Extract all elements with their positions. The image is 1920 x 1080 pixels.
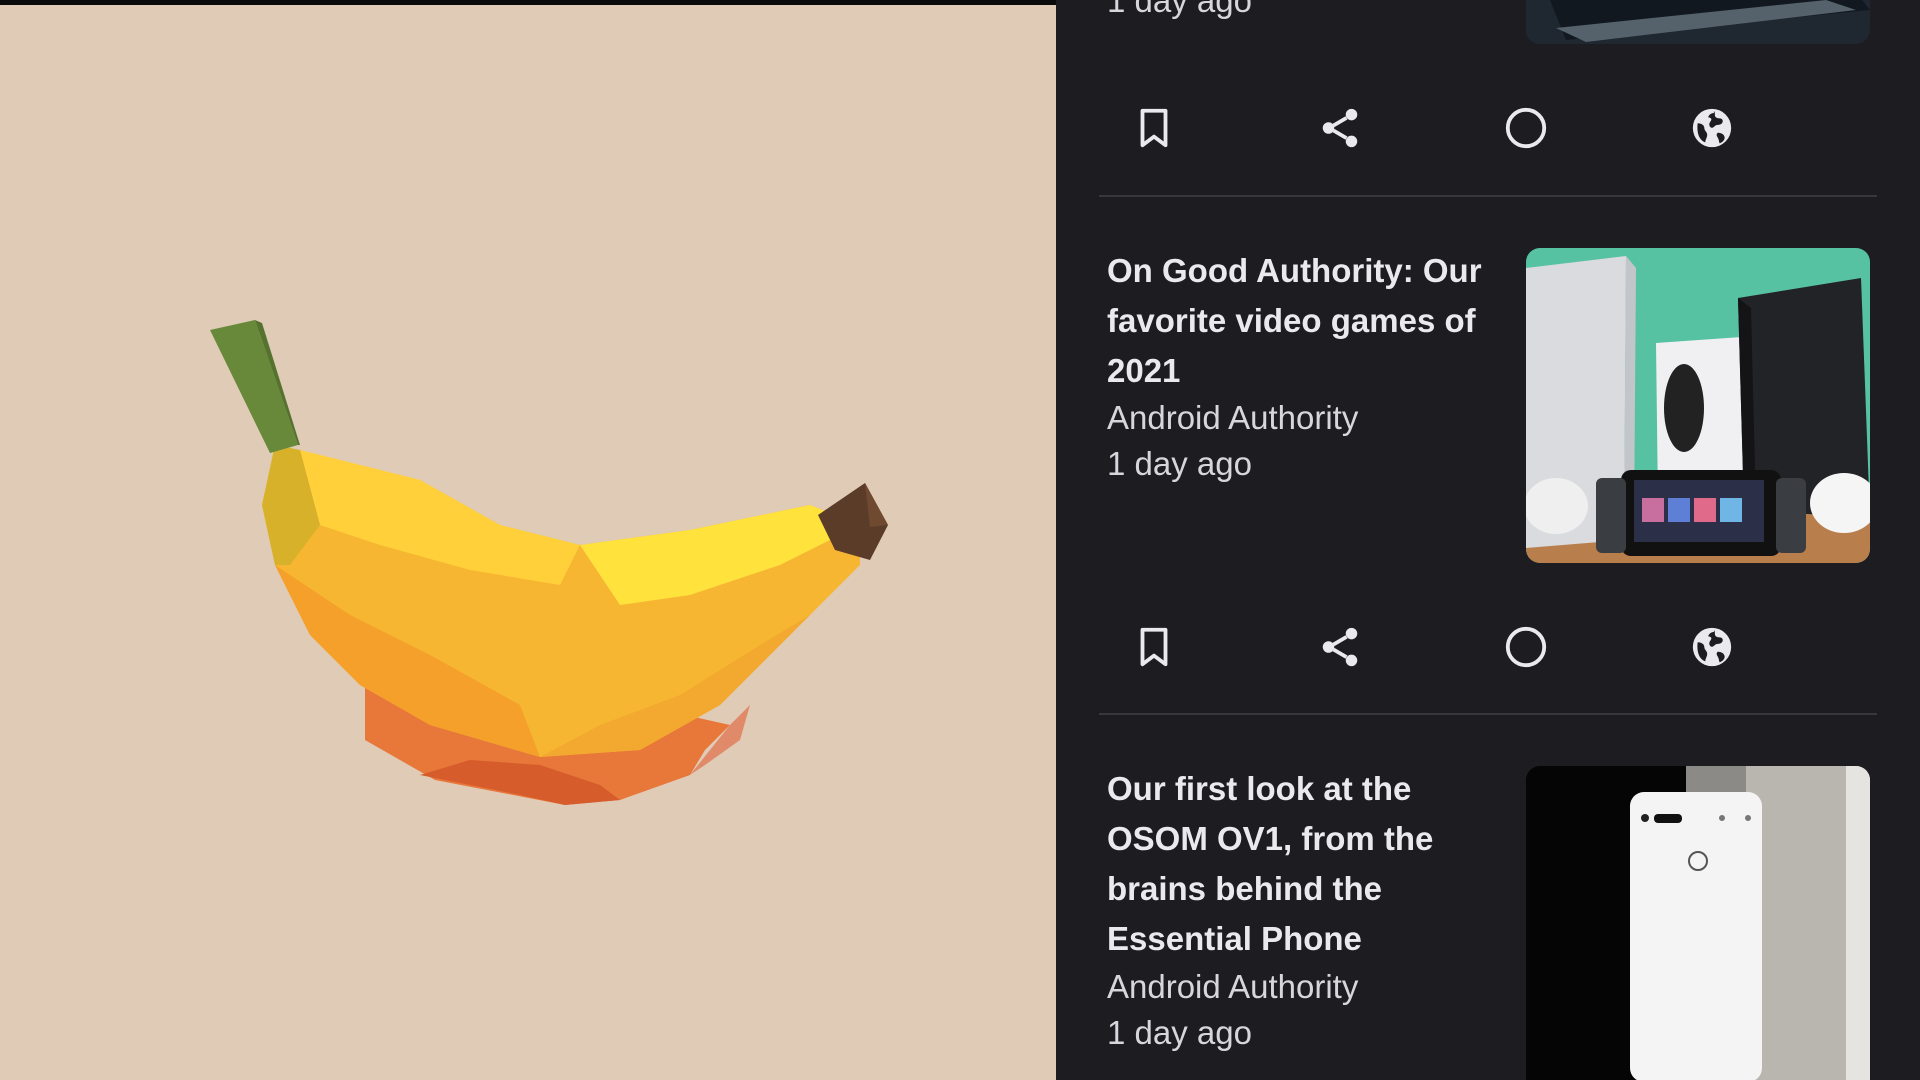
share-icon bbox=[1322, 627, 1358, 667]
article-actions bbox=[1119, 93, 1869, 163]
article-time: 1 day ago bbox=[1107, 1014, 1252, 1051]
article-thumbnail[interactable] bbox=[1526, 0, 1870, 44]
share-icon bbox=[1322, 108, 1358, 148]
bookmark-icon bbox=[1140, 108, 1168, 148]
circle-icon bbox=[1505, 107, 1547, 149]
article-title[interactable]: On Good Authority: Our favorite video ga… bbox=[1107, 246, 1507, 396]
mark-read-button[interactable] bbox=[1491, 93, 1561, 163]
article-actions bbox=[1119, 612, 1869, 682]
article-source: Android Authority bbox=[1107, 968, 1359, 1005]
globe-icon bbox=[1692, 108, 1732, 148]
bookmark-button[interactable] bbox=[1119, 93, 1189, 163]
article-time: 1 day ago bbox=[1107, 445, 1252, 482]
article-time: 1 day ago bbox=[1107, 0, 1252, 19]
article-thumbnail[interactable] bbox=[1526, 766, 1870, 1080]
globe-icon bbox=[1692, 627, 1732, 667]
bookmark-icon bbox=[1140, 627, 1168, 667]
banana-illustration bbox=[210, 320, 888, 805]
open-browser-button[interactable] bbox=[1677, 93, 1747, 163]
mark-read-button[interactable] bbox=[1491, 612, 1561, 682]
divider bbox=[1099, 195, 1877, 197]
article-thumbnail[interactable] bbox=[1526, 248, 1870, 563]
white-phone-photo bbox=[1526, 766, 1870, 1080]
article-title[interactable]: Our first look at the OSOM OV1, from the… bbox=[1107, 764, 1507, 964]
circle-icon bbox=[1505, 626, 1547, 668]
news-feed[interactable]: 1 day ago On Good Authority: Our favorit… bbox=[1056, 0, 1920, 1080]
laptop-photo bbox=[1526, 0, 1870, 44]
open-browser-button[interactable] bbox=[1677, 612, 1747, 682]
divider bbox=[1099, 713, 1877, 715]
gaming-consoles-photo bbox=[1526, 248, 1870, 563]
article-source: Android Authority bbox=[1107, 399, 1359, 436]
wallpaper-pane bbox=[0, 5, 1056, 1080]
share-button[interactable] bbox=[1305, 93, 1375, 163]
bookmark-button[interactable] bbox=[1119, 612, 1189, 682]
share-button[interactable] bbox=[1305, 612, 1375, 682]
